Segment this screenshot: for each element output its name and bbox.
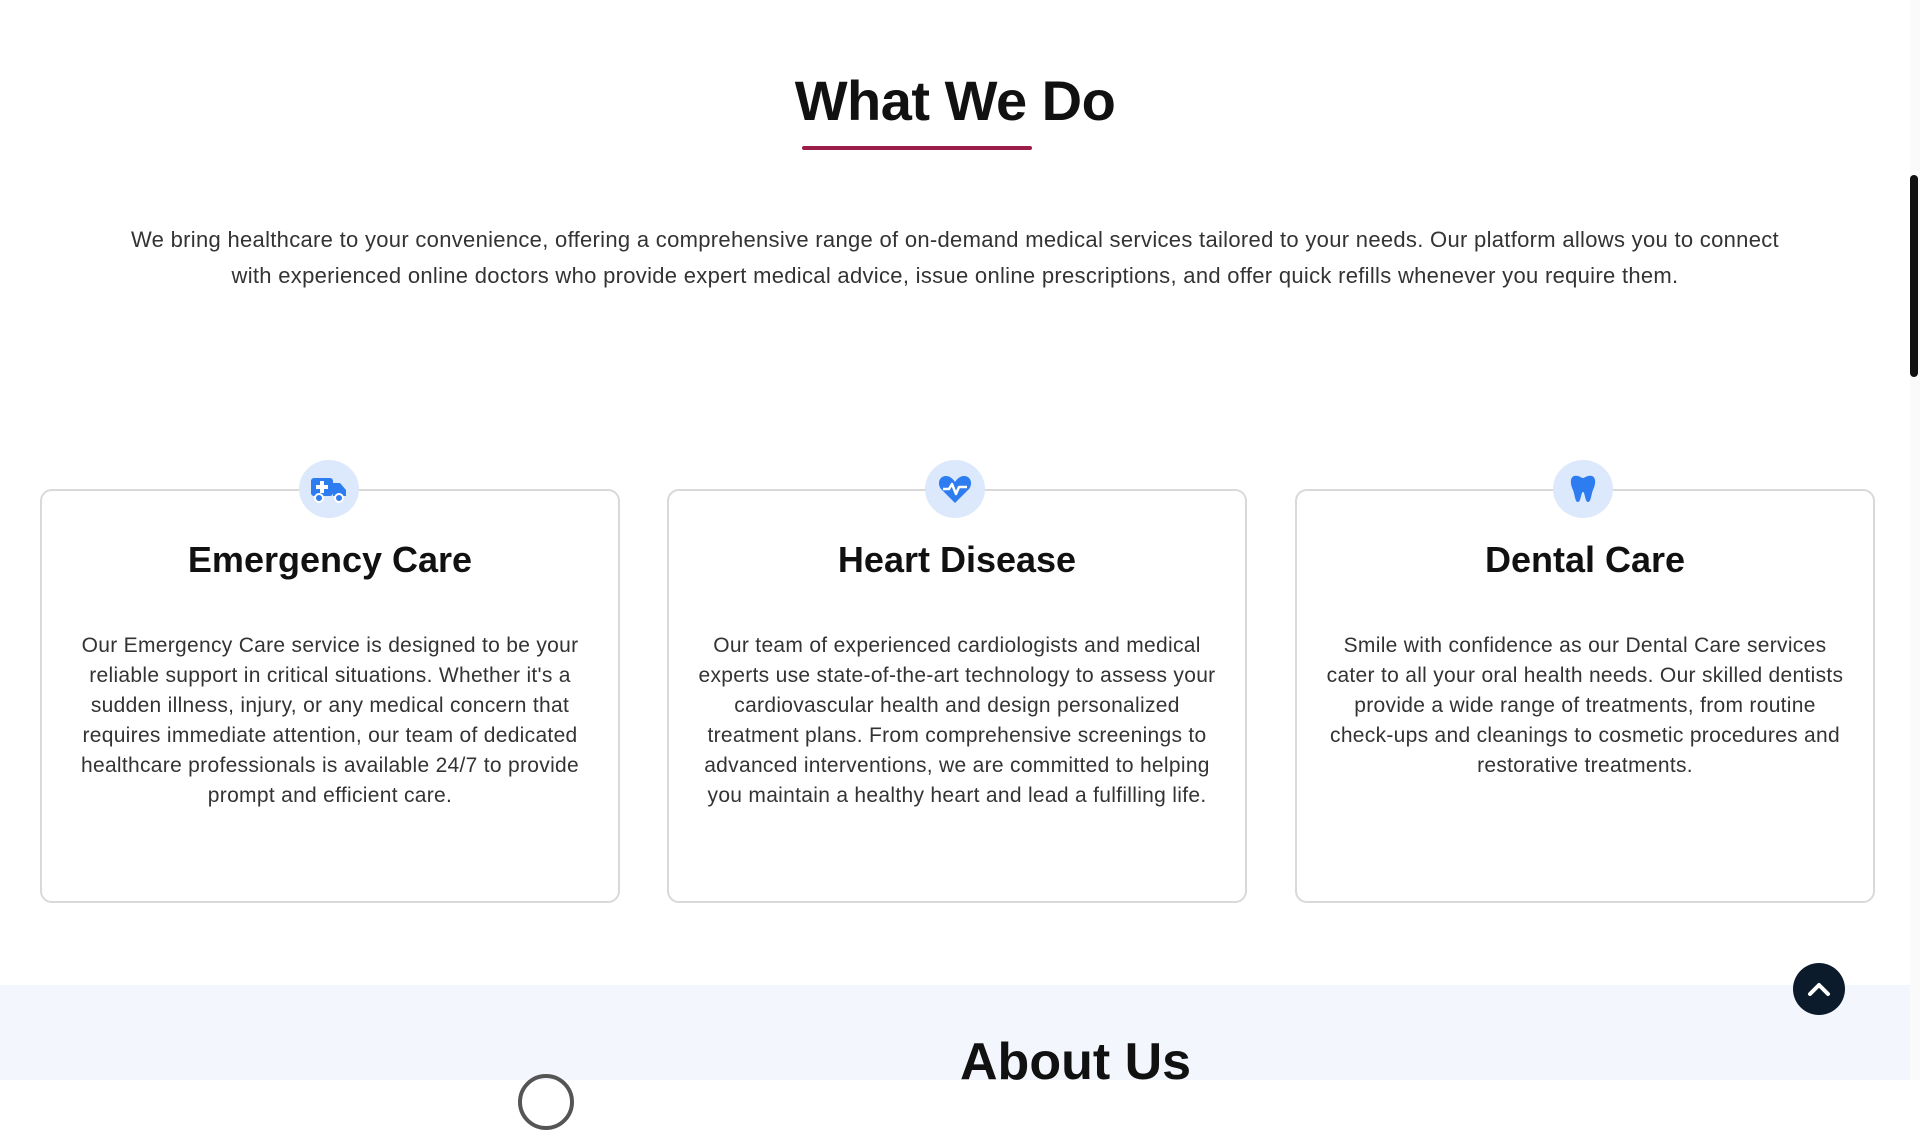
ambulance-icon bbox=[299, 460, 359, 518]
tooth-icon bbox=[1553, 460, 1613, 518]
card-description: Our team of experienced cardiologists an… bbox=[698, 634, 1216, 807]
card-title: Heart Disease bbox=[837, 539, 1077, 580]
section-title: What We Do bbox=[794, 69, 1116, 132]
about-title: About Us bbox=[960, 1033, 1192, 1091]
scrollbar-thumb[interactable] bbox=[1910, 175, 1918, 377]
intro-text: We bring healthcare to your convenience,… bbox=[131, 227, 1779, 288]
scrollbar-track[interactable] bbox=[1910, 0, 1920, 1080]
card-title: Emergency Care bbox=[187, 539, 473, 580]
title-underline bbox=[802, 146, 1032, 150]
service-card-emergency-care: Emergency Care Our Emergency Care servic… bbox=[40, 489, 620, 903]
scroll-to-top-button[interactable] bbox=[1793, 963, 1845, 1015]
about-image-partial bbox=[518, 1074, 574, 1130]
card-title: Dental Care bbox=[1484, 539, 1686, 580]
service-card-dental-care: Dental Care Smile with confidence as our… bbox=[1295, 489, 1875, 903]
chevron-up-icon bbox=[1808, 983, 1830, 996]
about-section bbox=[0, 985, 1910, 1080]
service-card-heart-disease: Heart Disease Our team of experienced ca… bbox=[667, 489, 1247, 903]
card-description: Our Emergency Care service is designed t… bbox=[80, 634, 580, 807]
card-description: Smile with confidence as our Dental Care… bbox=[1326, 634, 1844, 777]
heartbeat-icon bbox=[925, 460, 985, 518]
